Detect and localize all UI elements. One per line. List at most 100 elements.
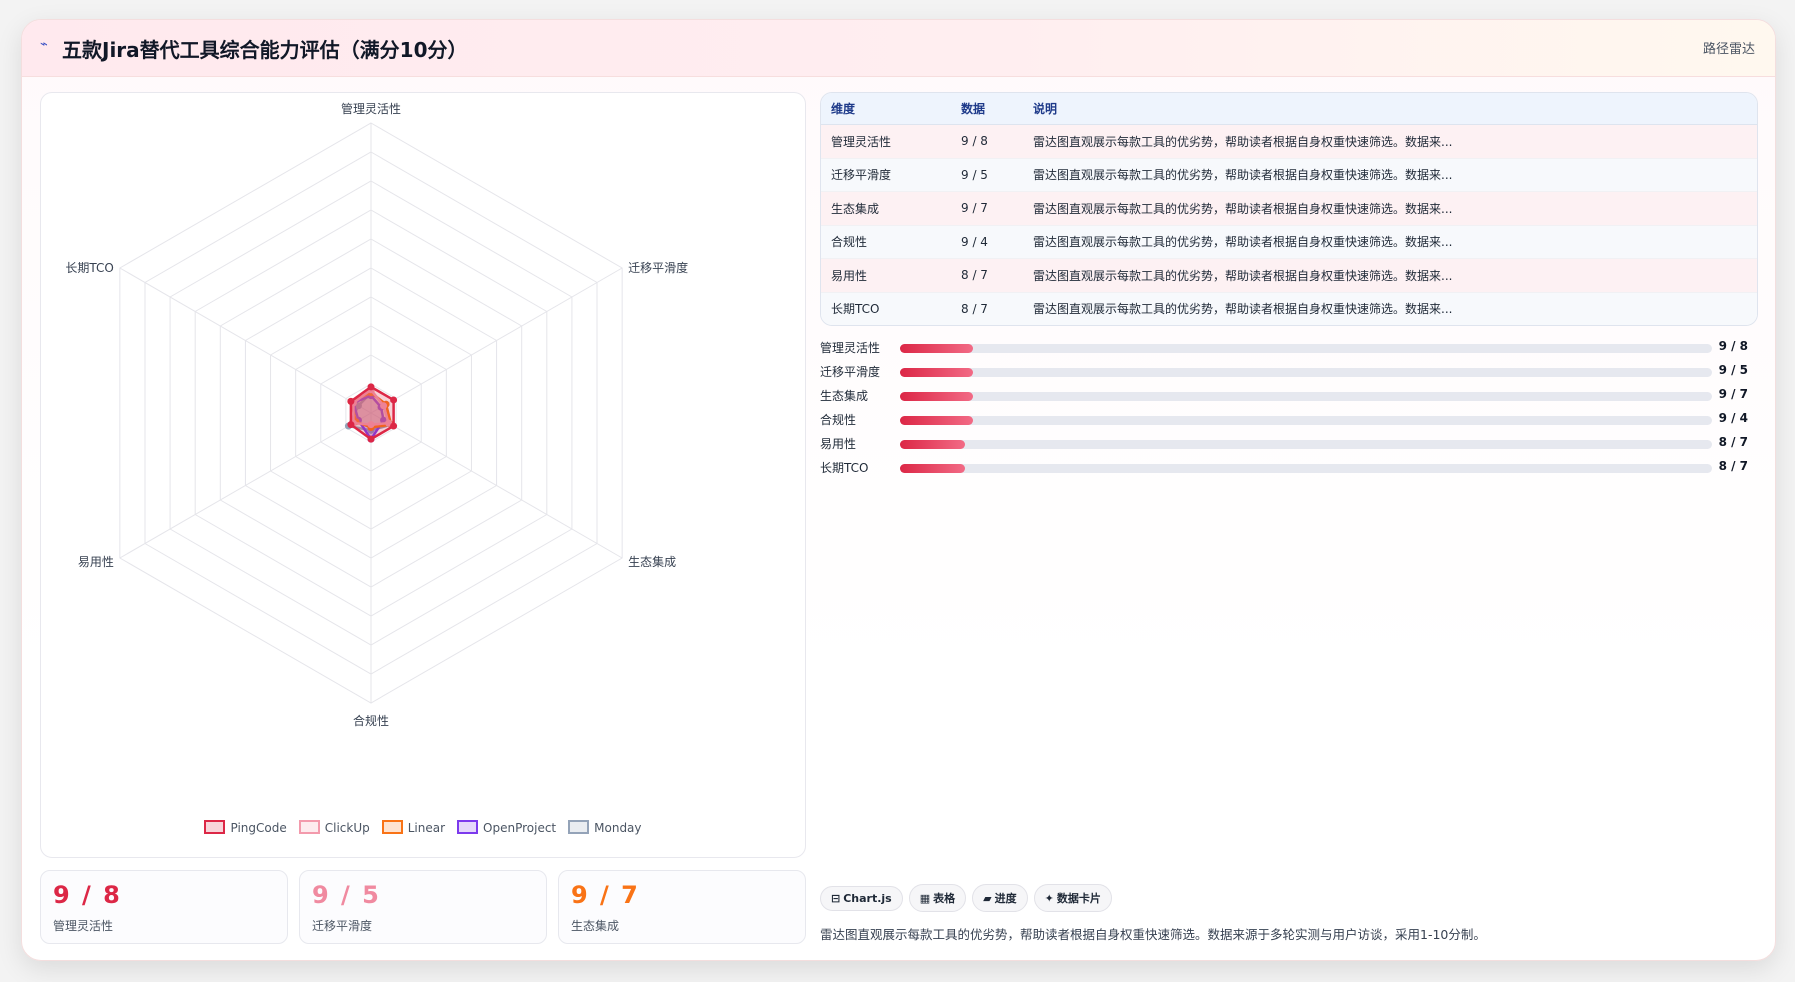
tech-chips: ⊟ Chart.js ▦ 表格 ▰ 进度 ✦ 数据卡片 — [820, 884, 1118, 912]
table-cell-dimension: 长期TCO — [821, 292, 951, 325]
kpi-label: 管理灵活性 — [53, 919, 114, 933]
progress-row: 合规性 9 / 4 — [820, 408, 1756, 432]
tech-chip-label: 进度 — [994, 892, 1017, 905]
table-header-note: 说明 — [1023, 93, 1757, 125]
table-cell-dimension: 合规性 — [821, 225, 951, 259]
tech-chip[interactable]: ▦ 表格 — [908, 884, 967, 912]
table-header-row: 维度 数据 说明 — [821, 93, 1757, 125]
table-cell-dimension: 迁移平滑度 — [821, 158, 951, 192]
legend-item[interactable]: OpenProject — [457, 820, 556, 835]
radar-axis-label: 长期TCO — [65, 261, 113, 275]
table-cell-note: 雷达图直观展示每款工具的优劣势，帮助读者根据自身权重快速筛选。数据来... — [1023, 158, 1757, 192]
radar-axis-label: 迁移平滑度 — [628, 260, 688, 275]
progress-track — [900, 344, 1712, 353]
table-row: 长期TCO 8 / 7 雷达图直观展示每款工具的优劣势，帮助读者根据自身权重快速筛选… — [821, 292, 1757, 325]
table-row: 合规性 9 / 4 雷达图直观展示每款工具的优劣势，帮助读者根据自身权重快速筛选。数… — [821, 225, 1757, 259]
table-cell-dimension: 易用性 — [821, 258, 951, 293]
table-cell-data: 9 / 4 — [951, 225, 1023, 259]
table-cell-dimension: 管理灵活性 — [821, 124, 951, 159]
legend-swatch — [457, 820, 479, 834]
legend-label: Monday — [594, 821, 642, 835]
card-header: ⌁ 五款Jira替代工具综合能力评估（满分10分） 路径雷达 — [22, 20, 1775, 77]
kpi-card: 9 / 5 迁移平滑度 — [299, 870, 547, 944]
radar-data-point — [347, 397, 355, 405]
progress-row: 迁移平滑度 9 / 5 — [820, 360, 1756, 384]
table-header-dimension: 维度 — [821, 93, 951, 125]
progress-row: 管理灵活性 9 / 8 — [820, 336, 1756, 360]
table-cell-note: 雷达图直观展示每款工具的优劣势，帮助读者根据自身权重快速筛选。数据来... — [1023, 225, 1757, 259]
legend-item[interactable]: ClickUp — [298, 820, 370, 835]
radar-axis-label: 生态集成 — [628, 554, 676, 569]
radar-data-point — [347, 421, 355, 429]
table-cell-data: 8 / 7 — [951, 258, 1023, 293]
table-cell-data: 9 / 7 — [951, 191, 1023, 226]
tech-chip[interactable]: ✦ 数据卡片 — [1033, 884, 1112, 912]
progress-value: 9 / 7 — [1718, 387, 1748, 401]
chart-legend: PingCode ClickUp Linear OpenProject Monday — [41, 820, 805, 835]
progress-track — [900, 440, 1712, 449]
legend-swatch — [568, 820, 590, 834]
progress-value: 8 / 7 — [1718, 459, 1748, 473]
legend-swatch — [298, 820, 320, 834]
footnote: 雷达图直观展示每款工具的优劣势，帮助读者根据自身权重快速筛选。数据来源于多轮实测… — [820, 927, 1486, 942]
table-cell-data: 9 / 8 — [951, 124, 1023, 159]
radar-data-point — [390, 422, 398, 430]
progress-label: 管理灵活性 — [820, 341, 881, 355]
page-title: 五款Jira替代工具综合能力评估（满分10分） — [62, 38, 468, 62]
progress-row: 长期TCO 8 / 7 — [820, 456, 1756, 480]
table-header-data: 数据 — [951, 93, 1023, 125]
progress-value: 9 / 4 — [1718, 411, 1748, 425]
radar-series-area — [349, 385, 395, 441]
tech-chip[interactable]: ▰ 进度 — [972, 884, 1028, 912]
progress-track — [900, 368, 1712, 377]
kpi-card: 9 / 7 生态集成 — [558, 870, 806, 944]
progress-fill — [900, 464, 965, 473]
legend-item[interactable]: Monday — [568, 820, 642, 835]
tech-chip-label: 数据卡片 — [1056, 892, 1101, 905]
kpi-label: 迁移平滑度 — [312, 919, 373, 933]
progress-row: 易用性 8 / 7 — [820, 432, 1756, 456]
table-row: 生态集成 9 / 7 雷达图直观展示每款工具的优劣势，帮助读者根据自身权重快速筛选。… — [821, 191, 1757, 226]
table-cell-data: 8 / 7 — [951, 292, 1023, 325]
tech-chip-label: 表格 — [933, 892, 956, 905]
legend-item[interactable]: PingCode — [204, 820, 287, 835]
radar-data-point — [367, 435, 375, 443]
progress-fill — [900, 344, 974, 353]
progress-label: 生态集成 — [820, 389, 869, 403]
evaluation-card: ⌁ 五款Jira替代工具综合能力评估（满分10分） 路径雷达 管理灵活性 迁移平滑… — [21, 19, 1776, 961]
table-cell-note: 雷达图直观展示每款工具的优劣势，帮助读者根据自身权重快速筛选。数据来... — [1023, 258, 1757, 293]
kpi-card: 9 / 8 管理灵活性 — [40, 870, 288, 944]
route-radar-tag: 路径雷达 — [1702, 42, 1755, 57]
progress-value: 9 / 5 — [1718, 363, 1748, 377]
radar-axis-label: 易用性 — [78, 555, 114, 569]
table-row: 管理灵活性 9 / 8 雷达图直观展示每款工具的优劣势，帮助读者根据自身权重快速筛选… — [821, 124, 1757, 159]
table-row: 易用性 8 / 7 雷达图直观展示每款工具的优劣势，帮助读者根据自身权重快速筛选。数… — [821, 258, 1757, 293]
progress-label: 长期TCO — [820, 461, 869, 475]
legend-swatch — [204, 820, 226, 834]
table-cell-note: 雷达图直观展示每款工具的优劣势，帮助读者根据自身权重快速筛选。数据来... — [1023, 124, 1757, 159]
radar-chart: 管理灵活性迁移平滑度生态集成合规性 易用性 长期TCO — [65, 101, 688, 728]
table-icon: ▦ — [919, 892, 931, 905]
data-table: 维度 数据 说明 管理灵活性 9 / 8 雷达图直观展示每款工具的优劣势，帮助读者根… — [821, 93, 1757, 325]
legend-label: PingCode — [230, 821, 287, 835]
progress-fill — [900, 440, 965, 449]
table-cell-data: 9 / 5 — [951, 158, 1023, 192]
tech-chip-label: Chart.js — [843, 892, 892, 905]
legend-swatch — [381, 820, 403, 834]
radar-data-point — [367, 383, 375, 391]
tech-chip[interactable]: ⊟ Chart.js — [820, 886, 903, 911]
radar-axis-label: 管理灵活性 — [341, 101, 401, 116]
kpi-label: 生态集成 — [571, 919, 620, 933]
progress-bars: 管理灵活性 9 / 8 迁移平滑度 9 / 5 生态集成 9 / 7 合规性 9 / 4 易用性… — [820, 336, 1756, 480]
progress-track — [900, 392, 1712, 401]
table-cell-note: 雷达图直观展示每款工具的优劣势，帮助读者根据自身权重快速筛选。数据来... — [1023, 191, 1757, 226]
progress-fill — [900, 392, 974, 401]
progress-track — [900, 464, 1712, 473]
progress-fill — [900, 416, 974, 425]
progress-label: 易用性 — [820, 437, 857, 451]
legend-item[interactable]: Linear — [381, 820, 446, 835]
legend-label: Linear — [407, 821, 446, 835]
progress-fill — [900, 368, 974, 377]
radar-chart-panel: 管理灵活性 迁移平滑度 生态集成 合规性 易用性 长期TCO PingCode ClickU… — [40, 92, 806, 858]
progress-label: 迁移平滑度 — [820, 365, 881, 379]
